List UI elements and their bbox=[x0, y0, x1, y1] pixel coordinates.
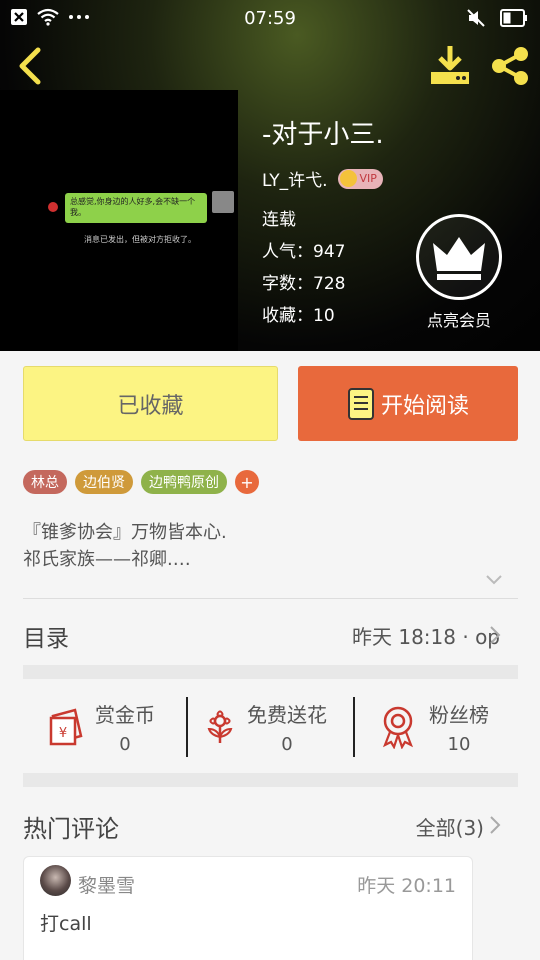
book-intro[interactable]: 『锥爹协会』万物皆本心. 祁氏家族——祁卿.… bbox=[23, 519, 513, 573]
start-reading-button[interactable]: 开始阅读 bbox=[298, 366, 518, 441]
tag-item[interactable]: 林总 bbox=[23, 470, 67, 494]
section-divider bbox=[23, 665, 518, 679]
back-arrow-icon bbox=[19, 47, 41, 85]
book-title: -对于小三. bbox=[262, 120, 384, 150]
share-button[interactable] bbox=[488, 44, 532, 88]
book-detail-content: 已收藏 开始阅读 林总 边伯贤 边鸭鸭原创 + 『锥爹协会』万物皆本心. 祁氏家… bbox=[0, 351, 540, 960]
reward-label: 赏金币 bbox=[95, 703, 155, 727]
hot-comments-title: 热门评论 bbox=[23, 815, 119, 843]
chevron-right-icon[interactable] bbox=[488, 625, 502, 645]
tag-item[interactable]: 边鸭鸭原创 bbox=[141, 470, 227, 494]
divider bbox=[23, 598, 518, 599]
red-envelope-icon: ¥ bbox=[49, 708, 83, 746]
reward-coins-text: 赏金币 0 bbox=[95, 699, 155, 755]
vip-badge: VIP bbox=[337, 168, 383, 189]
flower-icon bbox=[207, 710, 233, 743]
all-comments-link[interactable]: 全部(3) bbox=[416, 812, 484, 841]
member-button[interactable] bbox=[416, 214, 502, 300]
intro-line: 祁氏家族——祁卿.… bbox=[23, 549, 191, 570]
chevron-down-icon[interactable] bbox=[484, 573, 504, 587]
tag-list: 林总 边伯贤 边鸭鸭原创 + bbox=[23, 470, 259, 494]
reward-flowers-text: 免费送花 0 bbox=[247, 699, 327, 755]
reward-coins[interactable]: ¥ 赏金币 0 bbox=[47, 681, 155, 773]
status-time: 07:59 bbox=[244, 8, 296, 29]
reward-row: ¥ 赏金币 0 免费送花 0 粉丝榜 10 bbox=[23, 681, 518, 773]
svg-text:¥: ¥ bbox=[59, 726, 67, 741]
tag-item[interactable]: 边伯贤 bbox=[75, 470, 133, 494]
member-label[interactable]: 点亮会员 bbox=[418, 307, 500, 331]
crown-icon bbox=[433, 237, 485, 280]
reward-label: 粉丝榜 bbox=[429, 703, 489, 727]
comment-time: 昨天 20:11 bbox=[357, 875, 456, 897]
toc-title[interactable]: 目录 bbox=[23, 619, 69, 653]
share-icon bbox=[492, 47, 528, 85]
section-divider bbox=[23, 773, 518, 787]
reward-divider bbox=[186, 697, 188, 757]
avatar[interactable] bbox=[40, 865, 71, 896]
add-tag-button[interactable]: + bbox=[235, 470, 259, 494]
comment-user[interactable]: 黎墨雪 bbox=[78, 871, 135, 898]
reward-fans[interactable]: 粉丝榜 10 bbox=[379, 681, 489, 773]
cover-chat-note: 消息已发出，但被对方拒收了。 bbox=[84, 235, 196, 244]
collected-button[interactable]: 已收藏 bbox=[23, 366, 278, 441]
book-popularity: 人气：947 bbox=[262, 242, 346, 262]
book-header: 07:59 总感觉,你身边的人好多,会不缺一个我。 消息已发出，但被对方拒收了。… bbox=[0, 0, 540, 351]
mute-icon bbox=[467, 9, 485, 27]
reward-label: 免费送花 bbox=[247, 703, 327, 727]
comment-card[interactable]: 黎墨雪 昨天 20:11 打call bbox=[23, 856, 473, 960]
author-name[interactable]: LY_许弋. bbox=[262, 166, 328, 191]
back-button[interactable] bbox=[10, 44, 50, 88]
reward-fans-text: 粉丝榜 10 bbox=[429, 699, 489, 755]
reward-value: 0 bbox=[281, 734, 293, 755]
status-right bbox=[466, 8, 528, 28]
battery-icon bbox=[500, 9, 527, 27]
download-icon bbox=[431, 46, 469, 84]
reward-flowers[interactable]: 免费送花 0 bbox=[203, 681, 327, 773]
medal-icon bbox=[382, 706, 414, 749]
cover-chat-bubble: 总感觉,你身边的人好多,会不缺一个我。 bbox=[65, 193, 207, 223]
book-icon bbox=[347, 387, 374, 420]
intro-line: 『锥爹协会』万物皆本心. bbox=[23, 522, 227, 543]
book-status: 连载 bbox=[262, 210, 296, 230]
vip-crown-icon bbox=[339, 170, 357, 187]
reward-divider bbox=[353, 697, 355, 757]
author-row: LY_许弋. VIP bbox=[262, 166, 383, 191]
book-favorites: 收藏：10 bbox=[262, 306, 335, 326]
vip-label: VIP bbox=[359, 172, 377, 185]
cover-warning-icon bbox=[48, 202, 58, 212]
book-word-count: 字数：728 bbox=[262, 274, 346, 294]
start-reading-label: 开始阅读 bbox=[380, 393, 469, 419]
toc-latest-update[interactable]: 昨天 18:18 · op bbox=[352, 621, 500, 650]
book-cover[interactable]: 总感觉,你身边的人好多,会不缺一个我。 消息已发出，但被对方拒收了。 bbox=[0, 90, 238, 351]
status-bar: 07:59 bbox=[0, 0, 540, 36]
reward-value: 0 bbox=[119, 734, 131, 755]
cover-chat-avatar bbox=[212, 191, 234, 213]
chevron-right-icon[interactable] bbox=[488, 815, 502, 835]
download-button[interactable] bbox=[428, 44, 472, 88]
comment-text: 打call bbox=[40, 913, 92, 935]
reward-value: 10 bbox=[447, 734, 471, 755]
